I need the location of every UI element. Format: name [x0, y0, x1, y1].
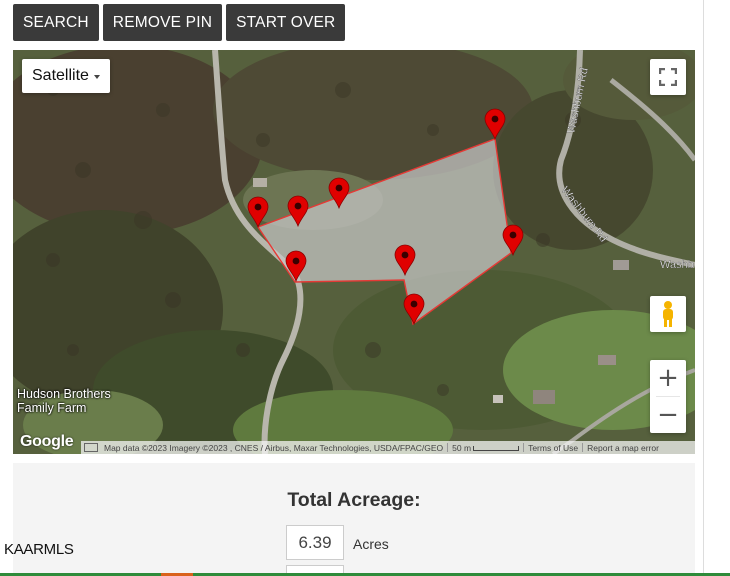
- zoom-control: + −: [650, 360, 686, 433]
- acreage-value-field[interactable]: 6.39: [286, 525, 344, 560]
- google-logo: Google: [20, 433, 74, 450]
- divider: [703, 0, 704, 576]
- street-view-button[interactable]: [650, 296, 686, 332]
- start-over-button[interactable]: START OVER: [226, 4, 346, 41]
- keyboard-icon[interactable]: [84, 443, 98, 452]
- zoom-out-icon: −: [657, 400, 679, 430]
- remove-pin-button[interactable]: REMOVE PIN: [102, 4, 223, 41]
- scale-bar: [473, 445, 520, 451]
- fullscreen-button[interactable]: [650, 59, 686, 95]
- map-data-attribution: Map data ©2023 Imagery ©2023 , CNES / Ai…: [104, 442, 444, 453]
- search-button[interactable]: SEARCH: [13, 4, 99, 41]
- zoom-in-button[interactable]: +: [650, 360, 686, 396]
- map-attribution: Map data ©2023 Imagery ©2023 , CNES / Ai…: [81, 441, 695, 454]
- road-label: Washb: [660, 259, 694, 271]
- map-canvas[interactable]: Washburn Rd Washburn Rd Washb Satellite: [13, 50, 695, 454]
- acreage-panel: Total Acreage: 6.39 Acres: [13, 463, 695, 576]
- terms-link[interactable]: Terms of Use: [524, 443, 582, 453]
- map-type-label: Satellite: [32, 67, 89, 84]
- report-error-link[interactable]: Report a map error: [583, 443, 663, 453]
- page: SEARCH REMOVE PIN START OVER Washburn Rd…: [0, 0, 730, 576]
- place-label: Hudson Brothers Family Farm: [17, 387, 111, 415]
- zoom-in-icon: +: [657, 363, 679, 393]
- zoom-out-button[interactable]: −: [650, 397, 686, 433]
- scale-label[interactable]: 50 m: [448, 443, 523, 453]
- total-acreage-title: Total Acreage:: [287, 489, 421, 511]
- map-type-select[interactable]: Satellite: [22, 59, 110, 93]
- pegman-icon: [663, 301, 673, 327]
- chevron-down-icon: [93, 75, 100, 79]
- brand-logo: KAARMLS: [4, 541, 74, 558]
- fullscreen-icon: [659, 68, 677, 86]
- acreage-unit-label: Acres: [353, 536, 389, 552]
- satellite-imagery: Washburn Rd Washburn Rd Washb: [13, 50, 695, 454]
- map-toolbar: SEARCH REMOVE PIN START OVER: [13, 4, 346, 41]
